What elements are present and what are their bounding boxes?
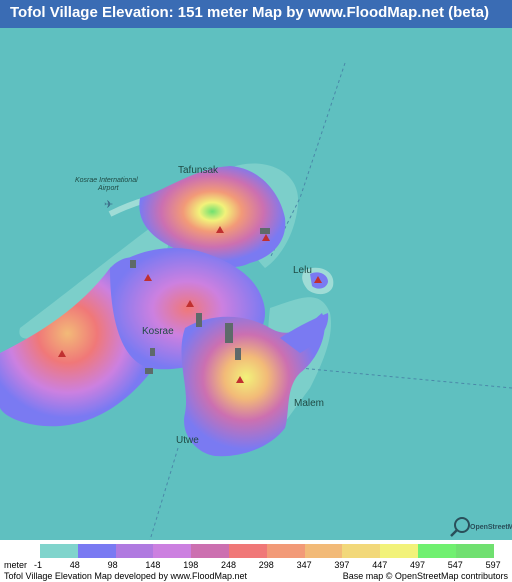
legend-value: 397 <box>334 560 350 570</box>
footer-credit: Tofol Village Elevation Map developed by… <box>4 571 247 581</box>
legend-swatch <box>40 544 78 558</box>
sea <box>0 28 512 540</box>
legend-value: 447 <box>372 560 388 570</box>
page-title: Tofol Village Elevation: 151 meter Map b… <box>10 4 489 21</box>
legend-swatch <box>115 544 154 558</box>
legend-value: 248 <box>221 560 237 570</box>
legend-color-bar <box>40 544 494 558</box>
legend-swatch <box>380 544 418 558</box>
label-utwe: Utwe <box>176 435 199 446</box>
legend-value: 347 <box>296 560 312 570</box>
elevation-legend: meter -1 48 98 148 198 248 298 347 397 447 497 547 5… <box>0 540 512 582</box>
label-tafunsak: Tafunsak <box>178 165 219 176</box>
legend-value: 148 <box>145 560 161 570</box>
legend-swatch <box>342 544 381 558</box>
airport-icon: ✈ <box>104 199 113 211</box>
legend-value: 547 <box>447 560 463 570</box>
map-canvas[interactable]: Tafunsak Kosrae International Airport ✈ … <box>0 28 512 540</box>
legend-swatch <box>455 544 494 558</box>
legend-swatch <box>228 544 267 558</box>
label-malem: Malem <box>294 398 324 409</box>
osm-logo-text: OpenStreetMap <box>470 524 512 531</box>
label-kosrae: Kosrae <box>142 326 174 337</box>
legend-swatch <box>266 544 305 558</box>
label-airport-line2: Airport <box>97 185 120 192</box>
label-lelu: Lelu <box>293 265 312 276</box>
legend-unit: meter <box>4 560 28 570</box>
title-bar: Tofol Village Elevation: 151 meter Map b… <box>0 0 512 28</box>
legend-swatch <box>304 544 343 558</box>
legend-value: 298 <box>258 560 274 570</box>
label-airport-line1: Kosrae International <box>75 177 138 184</box>
legend-swatch <box>153 544 192 558</box>
legend-value: 98 <box>107 560 118 570</box>
legend-value: 198 <box>183 560 199 570</box>
legend-swatch <box>191 544 229 558</box>
legend-value: 497 <box>410 560 426 570</box>
legend-value: 48 <box>69 560 80 570</box>
elevation-map[interactable]: Tafunsak Kosrae International Airport ✈ … <box>0 28 512 540</box>
legend-value: -1 <box>34 560 43 570</box>
footer-basemap-credit: Base map © OpenStreetMap contributors <box>342 571 508 581</box>
legend-swatch <box>417 544 456 558</box>
legend-value: 597 <box>485 560 501 570</box>
legend-swatch <box>77 544 116 558</box>
